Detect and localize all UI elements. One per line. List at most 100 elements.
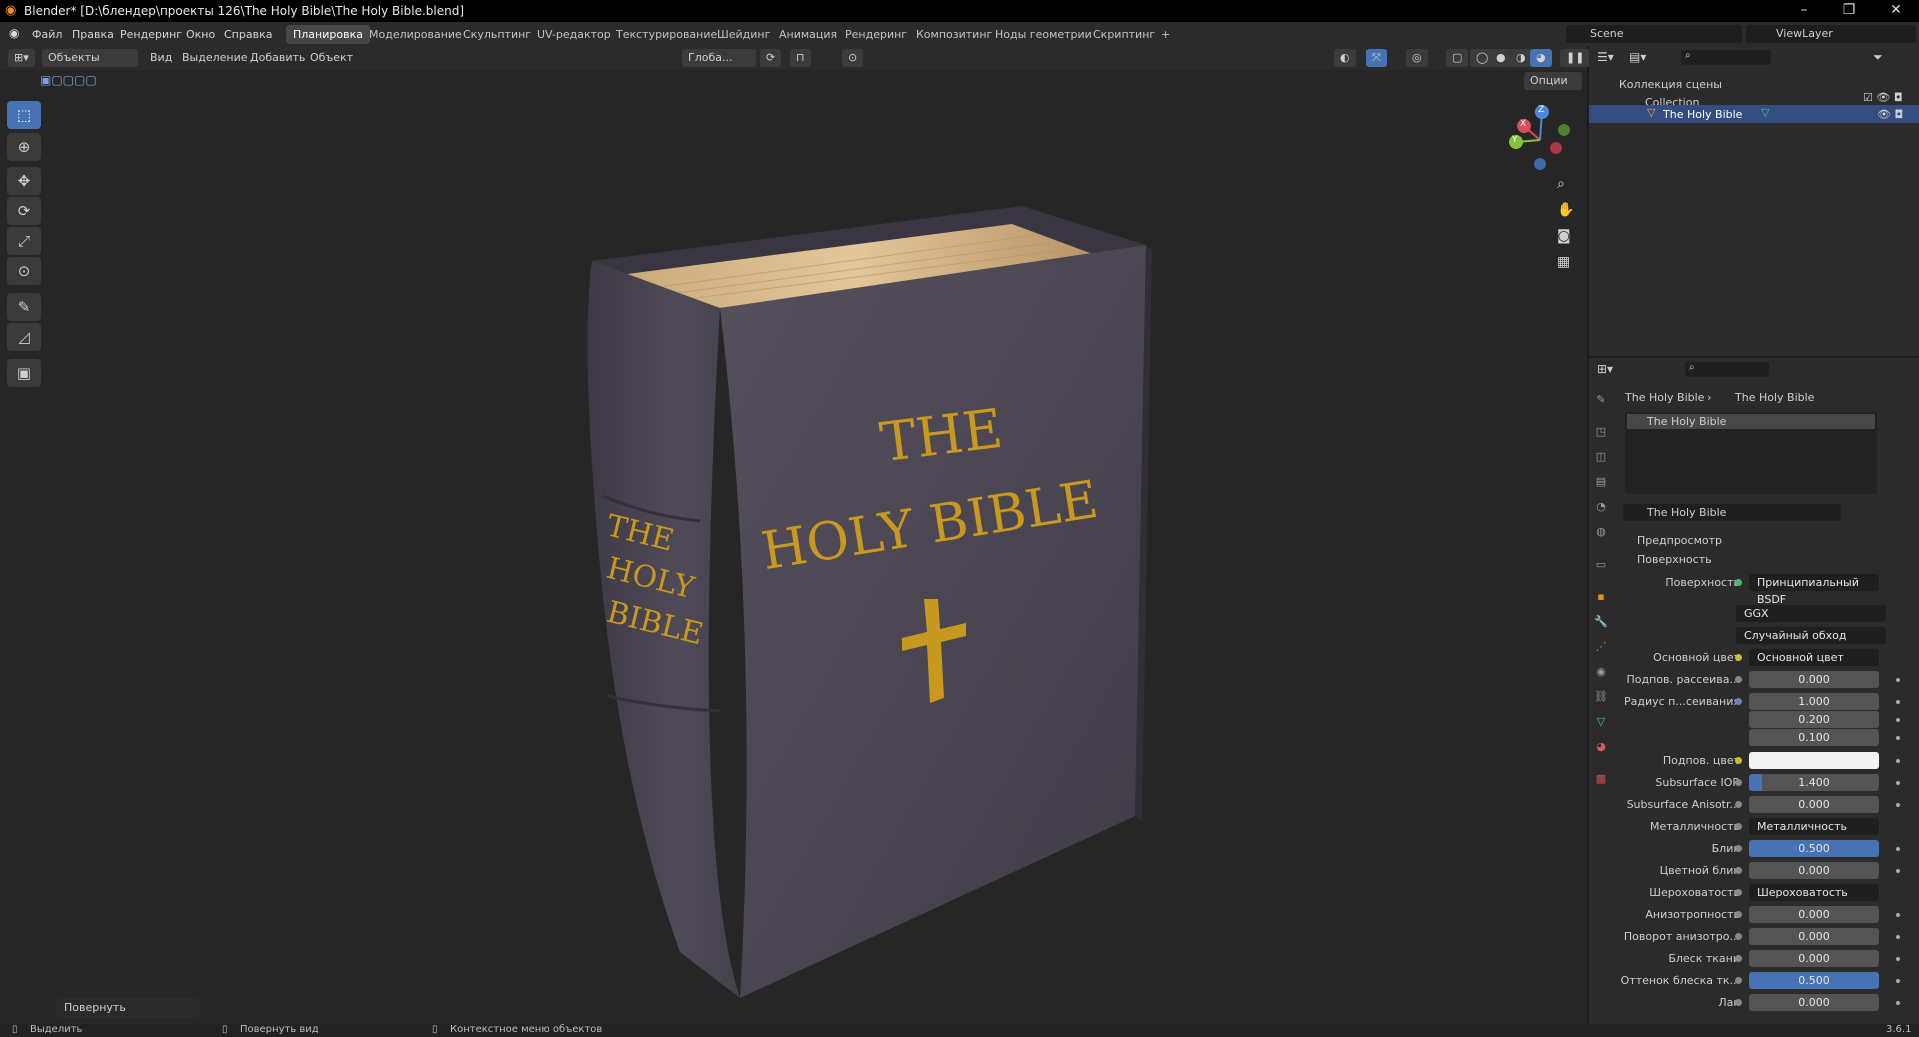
specular-tint-field[interactable]: 0.000: [1749, 862, 1879, 879]
menu-help[interactable]: Справка: [224, 28, 272, 41]
keyframe-dot-icon[interactable]: [1896, 678, 1900, 682]
base-color-link[interactable]: Основной цвет: [1749, 649, 1879, 666]
keyframe-dot-icon[interactable]: [1896, 935, 1900, 939]
render-tab-icon[interactable]: ◳: [1594, 425, 1608, 439]
mode-selector[interactable]: Объекты: [42, 49, 138, 67]
transform-orientation[interactable]: Глоба...: [682, 49, 756, 67]
measure-tool[interactable]: ◿: [7, 323, 41, 351]
scene-selector[interactable]: Scene: [1566, 25, 1742, 43]
3d-viewport[interactable]: THE HOLY BIBLE THE HOLY BIBLE Z X Y ⌕ ✋ …: [0, 46, 1587, 1024]
keyframe-dot-icon[interactable]: [1896, 913, 1900, 917]
material-datablock[interactable]: The Holy Bible: [1623, 504, 1841, 521]
keyframe-dot-icon[interactable]: [1896, 979, 1900, 983]
viewlayer-selector[interactable]: ViewLayer: [1746, 25, 1916, 43]
add-cube-tool[interactable]: ▣: [7, 359, 41, 387]
options-button[interactable]: Опции: [1524, 72, 1582, 90]
world-tab-icon[interactable]: ◍: [1594, 525, 1608, 539]
material-slots-list[interactable]: The Holy Bible: [1625, 412, 1877, 494]
properties-editor-icon[interactable]: ⊞▾: [1597, 362, 1613, 376]
keyframe-dot-icon[interactable]: [1896, 736, 1900, 740]
roughness-link[interactable]: Шероховатость: [1749, 884, 1879, 901]
keyframe-dot-icon[interactable]: [1896, 781, 1900, 785]
section-surface[interactable]: Поверхность: [1637, 553, 1712, 566]
surface-shader-field[interactable]: Принципиальный BSDF: [1749, 574, 1879, 606]
distribution-dropdown[interactable]: GGX: [1736, 605, 1886, 622]
keyframe-dot-icon[interactable]: [1896, 1001, 1900, 1005]
menu-add[interactable]: Добавить: [250, 51, 305, 64]
camera-icon[interactable]: ◙: [1557, 228, 1571, 244]
sheen-tint-field[interactable]: 0.500: [1749, 972, 1879, 989]
collection-tab-icon[interactable]: ▭: [1594, 558, 1608, 572]
tab-modeling[interactable]: Моделирование: [362, 25, 469, 44]
menu-window[interactable]: Окно: [186, 28, 215, 41]
keyframe-dot-icon[interactable]: [1896, 847, 1900, 851]
outliner-search[interactable]: ⌕: [1681, 50, 1771, 65]
solid-shading-icon[interactable]: ●: [1490, 49, 1512, 67]
tab-compositing[interactable]: Композитинг: [909, 25, 999, 44]
anisotropic-rotation-field[interactable]: 0.000: [1749, 928, 1879, 945]
menu-select[interactable]: Выделение: [182, 51, 248, 64]
tab-shading[interactable]: Шейдинг: [710, 25, 777, 44]
tab-texture-paint[interactable]: Текстурирование: [609, 25, 724, 44]
scale-tool[interactable]: ⤢: [7, 227, 41, 255]
properties-search[interactable]: ⌕: [1685, 362, 1769, 377]
snap-icon[interactable]: ⊓: [790, 49, 811, 67]
tool-tab-icon[interactable]: ✎: [1594, 393, 1608, 407]
blender-menu-icon[interactable]: ◉: [9, 26, 19, 40]
pause-icon[interactable]: ❚❚: [1560, 49, 1591, 67]
minimize-button[interactable]: –: [1794, 2, 1814, 20]
tab-rendering[interactable]: Рендеринг: [838, 25, 914, 44]
tab-layout[interactable]: Планировка: [286, 25, 370, 44]
clearcoat-field[interactable]: 0.000: [1749, 994, 1879, 1011]
subsurface-field[interactable]: 0.000: [1749, 671, 1879, 688]
subsurface-color-swatch[interactable]: [1749, 752, 1879, 769]
scene-tab-icon[interactable]: ◔: [1594, 500, 1608, 514]
outliner-editor-icon[interactable]: ☰▾: [1597, 50, 1614, 64]
subsurface-radius-z-field[interactable]: 0.100: [1749, 729, 1879, 746]
material-shading-icon[interactable]: ◑: [1510, 49, 1532, 67]
tab-uv-editing[interactable]: UV-редактор: [530, 25, 618, 44]
rotate-tool[interactable]: ⟳: [7, 197, 41, 225]
ortho-grid-icon[interactable]: ▦: [1557, 254, 1570, 270]
xray-icon[interactable]: ▢: [1446, 49, 1469, 67]
tab-animation[interactable]: Анимация: [772, 25, 844, 44]
pan-hand-icon[interactable]: ✋: [1557, 202, 1574, 218]
sheen-field[interactable]: 0.000: [1749, 950, 1879, 967]
display-mode-icon[interactable]: ▤▾: [1629, 50, 1646, 64]
material-slot[interactable]: The Holy Bible: [1627, 414, 1875, 429]
menu-object[interactable]: Объект: [310, 51, 353, 64]
output-tab-icon[interactable]: ◫: [1594, 450, 1608, 464]
tab-sculpting[interactable]: Скульптинг: [456, 25, 538, 44]
visibility-icon[interactable]: ◐: [1334, 49, 1356, 67]
specular-field[interactable]: 0.500: [1749, 840, 1879, 857]
add-workspace-button[interactable]: +: [1154, 25, 1177, 44]
navigation-gizmo[interactable]: Z X Y: [1500, 100, 1580, 180]
metallic-link[interactable]: Металличность: [1749, 818, 1879, 835]
keyframe-dot-icon[interactable]: [1896, 718, 1900, 722]
last-operator-panel[interactable]: Повернуть: [56, 998, 200, 1018]
collection-visibility-icon[interactable]: ☑ 👁 ◘: [1863, 91, 1903, 104]
keyframe-dot-icon[interactable]: [1896, 803, 1900, 807]
editor-type-button[interactable]: ⊞▾: [8, 49, 35, 67]
gizmo-toggle-icon[interactable]: ⤧: [1366, 49, 1387, 67]
overlay-icon[interactable]: ◎: [1406, 49, 1428, 67]
menu-render[interactable]: Рендеринг: [120, 28, 182, 41]
menu-file[interactable]: Файл: [32, 28, 62, 41]
tab-geometry-nodes[interactable]: Ноды геометрии: [988, 25, 1099, 44]
keyframe-dot-icon[interactable]: [1896, 700, 1900, 704]
move-tool[interactable]: ✥: [7, 167, 41, 195]
tab-scripting[interactable]: Скриптинг: [1086, 25, 1162, 44]
anisotropic-field[interactable]: 0.000: [1749, 906, 1879, 923]
viewlayer-tab-icon[interactable]: ▤: [1594, 475, 1608, 489]
zoom-icon[interactable]: ⌕: [1557, 176, 1565, 192]
select-box-tool[interactable]: ⬚: [7, 101, 41, 129]
keyframe-dot-icon[interactable]: [1896, 869, 1900, 873]
subsurface-ior-field[interactable]: 1.400: [1749, 774, 1879, 791]
transform-tool[interactable]: ⊙: [7, 257, 41, 285]
proportional-edit-icon[interactable]: ⊙: [842, 49, 864, 67]
cursor-tool[interactable]: ⊕: [7, 133, 41, 161]
close-button[interactable]: ✕: [1886, 2, 1906, 20]
object-tab-icon[interactable]: ▪: [1594, 590, 1608, 604]
keyframe-dot-icon[interactable]: [1896, 759, 1900, 763]
section-preview[interactable]: Предпросмотр: [1637, 534, 1722, 547]
